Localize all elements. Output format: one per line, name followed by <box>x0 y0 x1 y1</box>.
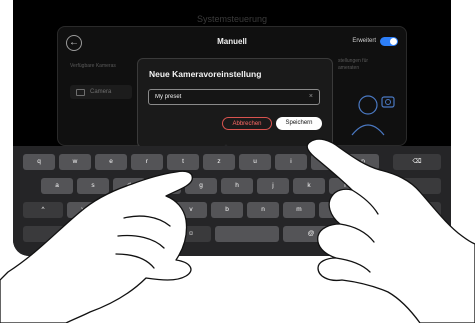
key-q[interactable]: q <box>23 154 55 170</box>
key-c[interactable]: c <box>139 202 171 218</box>
key-s[interactable]: s <box>77 178 109 194</box>
key-h[interactable]: h <box>221 178 253 194</box>
key-w[interactable]: w <box>59 154 91 170</box>
person-camera-illustration <box>351 95 395 136</box>
key-g[interactable]: g <box>185 178 217 194</box>
cancel-button[interactable]: Abbrechen <box>222 117 272 130</box>
device-screen: Systemsteuerung ← Manuell Erweitert Verf… <box>13 0 451 256</box>
key-n[interactable]: n <box>247 202 279 218</box>
clear-icon[interactable]: × <box>309 93 313 100</box>
key-at[interactable]: @ <box>283 226 339 242</box>
emoji-icon: ☺ <box>187 230 195 237</box>
advanced-label: Erweitert <box>352 38 376 44</box>
numbers-key[interactable]: 123 <box>97 226 167 242</box>
backspace-icon: ⌫ <box>412 158 422 165</box>
emoji-key[interactable]: ☺ <box>171 226 211 242</box>
space-key[interactable] <box>215 226 279 242</box>
backspace-key[interactable]: ⌫ <box>393 154 441 170</box>
return-key[interactable] <box>365 178 441 194</box>
key-e[interactable]: e <box>95 154 127 170</box>
available-cameras-heading: Verfügbare Kameras <box>70 63 116 69</box>
key-f[interactable]: f <box>149 178 181 194</box>
preset-name-input[interactable] <box>155 92 295 102</box>
key-t[interactable]: t <box>167 154 199 170</box>
dialog-title: Neue Kameravoreinstellung <box>149 69 262 79</box>
done-key[interactable] <box>343 226 441 242</box>
key-l[interactable]: l <box>329 178 361 194</box>
preset-name-field[interactable]: × <box>148 89 320 105</box>
key-u[interactable]: u <box>239 154 271 170</box>
key-o[interactable]: o <box>311 154 343 170</box>
shift-key[interactable]: ^ <box>23 202 63 218</box>
key-k[interactable]: k <box>293 178 325 194</box>
background-title: Systemsteuerung <box>196 14 268 24</box>
advanced-toggle[interactable] <box>380 37 398 46</box>
key-comma[interactable]: , <box>319 202 351 218</box>
camera-list-item[interactable]: Camera <box>70 85 132 99</box>
globe-key[interactable] <box>23 226 93 242</box>
camera-icon <box>76 89 85 96</box>
key-p[interactable]: p <box>347 154 379 170</box>
save-button[interactable]: Speichern <box>276 117 322 130</box>
key-z[interactable]: z <box>203 154 235 170</box>
presets-heading-line2: ameraten <box>338 65 360 71</box>
key-b[interactable]: b <box>211 202 243 218</box>
camera-item-label: Camera <box>90 89 112 95</box>
key-m[interactable]: m <box>283 202 315 218</box>
key-period[interactable]: . <box>355 202 387 218</box>
key-d[interactable]: d <box>113 178 145 194</box>
new-preset-dialog: Neue Kameravoreinstellung × Abbrechen Sp… <box>137 58 333 148</box>
key-y[interactable]: y <box>67 202 99 218</box>
key-j[interactable]: j <box>257 178 289 194</box>
onscreen-keyboard: q w e r t z u i o p ⌫ a s d f g h j k l … <box>13 146 451 256</box>
key-a[interactable]: a <box>41 178 73 194</box>
presets-heading: stellungen für ameraten <box>338 58 398 72</box>
shift-icon: ^ <box>41 206 45 213</box>
key-r[interactable]: r <box>131 154 163 170</box>
shift-key-right[interactable] <box>391 202 441 218</box>
key-i[interactable]: i <box>275 154 307 170</box>
key-v[interactable]: v <box>175 202 207 218</box>
key-x[interactable]: x <box>103 202 135 218</box>
presets-heading-line1: stellungen für <box>338 58 369 64</box>
